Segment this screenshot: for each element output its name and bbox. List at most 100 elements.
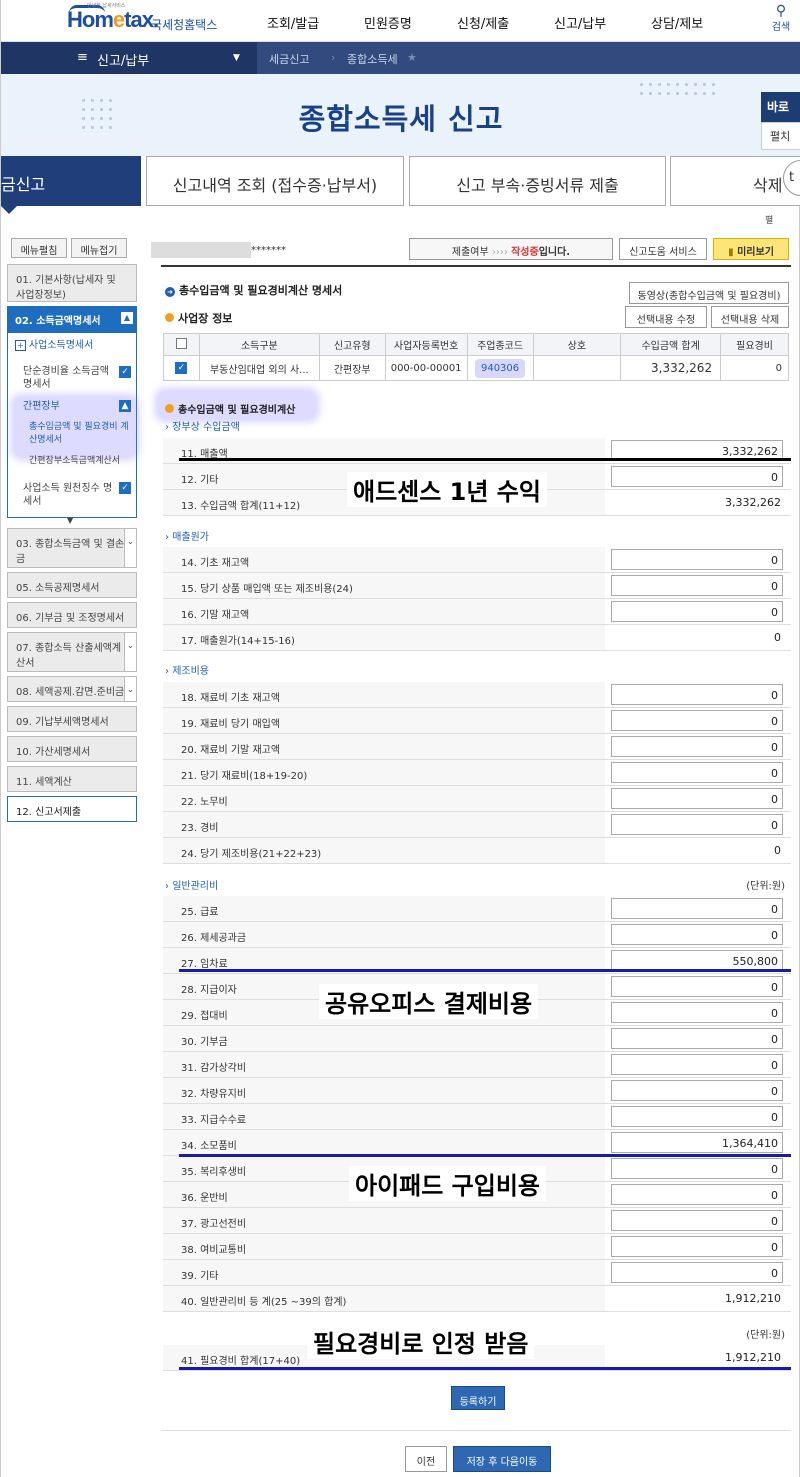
table-row[interactable]: ✓ 부동산임대업 외의 사... 간편장부 000-00-00001 94030… — [163, 355, 789, 381]
menu-expand-button[interactable]: 메뉴펼침 — [11, 238, 67, 258]
save-next-button[interactable]: 저장 후 다음이동 — [453, 1446, 551, 1472]
amount-input[interactable]: 0 — [611, 1054, 783, 1075]
amount-input[interactable]: 0 — [611, 788, 783, 809]
register-button[interactable]: 등록하기 — [451, 1386, 505, 1410]
menu-consult[interactable]: 상담/제보 — [651, 13, 703, 32]
sidebar-withholding[interactable]: 사업소득 원천징수 명세서 — [23, 482, 115, 508]
form-row: 18. 재료비 기초 재고액 0 — [163, 682, 791, 708]
sidebar-income-expense[interactable]: 총수입금액 및 필요경비 계산명세서 — [29, 421, 133, 447]
amount-input[interactable]: 0 — [611, 814, 783, 835]
row-label: 24. 당기 제조비용(21+22+23) — [163, 838, 605, 863]
row-label: 32. 차량유지비 — [163, 1078, 605, 1103]
row-label: 33. 지급수수료 — [163, 1104, 605, 1129]
menu-certificate[interactable]: 민원증명 — [364, 13, 412, 32]
help-service-button[interactable]: 신고도움 서비스 — [619, 238, 707, 260]
amount-input[interactable]: 0 — [611, 1210, 783, 1231]
tab-filing[interactable]: 금신고 — [1, 156, 141, 214]
sidebar-item-11[interactable]: 11. 세액계산 — [7, 766, 137, 792]
menu-application[interactable]: 신청/제출 — [457, 13, 509, 32]
doc-icon: ▮ — [728, 247, 734, 258]
amount-input[interactable]: 0 — [611, 1184, 783, 1205]
row-checkbox[interactable]: ✓ — [163, 355, 200, 381]
amount-input[interactable]: 0 — [611, 976, 783, 997]
form-row: 32. 차량유지비 0 — [163, 1078, 791, 1104]
amount-input[interactable]: 0 — [611, 762, 783, 783]
sidebar-item-10[interactable]: 10. 가산세명세서 — [7, 736, 137, 762]
quick-menu-expand[interactable]: 펼치 — [761, 122, 800, 150]
row-label: 30. 기부금 — [163, 1026, 605, 1051]
submit-status: 제출여부 ›››› 작성중입니다. — [409, 238, 613, 260]
form-row: 39. 기타 0 — [163, 1260, 791, 1286]
sidebar-item-03[interactable]: 03. 종합소득금액 및 결손금 ⌄ — [7, 528, 137, 568]
header-cell: 주업종코드 — [466, 333, 534, 356]
sidebar-ledger-income[interactable]: 간편장부소득금액계산서 — [29, 455, 120, 468]
delete-selected-button[interactable]: 선택내용 삭제 — [711, 306, 789, 328]
preview-button[interactable]: ▮ 미리보기 — [713, 238, 789, 260]
menu-filing[interactable]: 신고/납부 — [554, 13, 606, 32]
amount-input[interactable]: 550,800 — [611, 950, 783, 971]
sidebar-simple-ledger[interactable]: 간편장부 — [23, 400, 60, 413]
form-row: 19. 재료비 당기 매입액 0 — [163, 708, 791, 734]
breadcrumb-item[interactable]: 종합소득세 — [347, 51, 398, 67]
sidebar-item-basic[interactable]: 01. 기본사항(납세자 및 사업장정보) — [7, 264, 137, 302]
sidebar-item-08[interactable]: 08. 세액공제.감면.준비금 ⌄ — [7, 676, 137, 702]
tab-attachments[interactable]: 신고 부속·증빙서류 제출 — [409, 156, 666, 206]
header-checkbox[interactable] — [163, 333, 200, 356]
form-row: 30. 기부금 0 — [163, 1026, 791, 1052]
annotation-underline — [179, 1154, 791, 1157]
amount-input[interactable]: 1,364,410 — [611, 1132, 783, 1153]
content-top-border — [161, 265, 791, 267]
form-row: 17. 매출원가(14+15-16) 0 — [163, 625, 791, 651]
amount-input[interactable]: 0 — [611, 549, 783, 570]
tab-delete[interactable]: 삭제 — [670, 156, 800, 206]
prev-button[interactable]: 이전 — [405, 1446, 447, 1472]
amount-input[interactable]: 0 — [611, 710, 783, 731]
masked-id: ******* — [251, 245, 286, 256]
sidebar-item-07[interactable]: 07. 종합소득 산출세액계산서 ⌄ — [7, 632, 137, 672]
amount-input[interactable]: 0 — [611, 898, 783, 919]
video-button[interactable]: 동영상(종합수입금액 및 필요경비) — [629, 282, 789, 304]
sidebar-item-09[interactable]: 09. 기납부세액명세서 — [7, 706, 137, 732]
amount-input[interactable]: 0 — [611, 575, 783, 596]
amount-input[interactable]: 0 — [611, 466, 783, 487]
sidebar-item-12[interactable]: 12. 신고서제출 — [7, 796, 137, 822]
star-icon[interactable]: ★ — [407, 51, 417, 64]
logo-subtitle: 국세청홈택스 — [151, 18, 218, 32]
tab-history[interactable]: 신고내역 조회 (접수증·납부서) — [146, 156, 404, 206]
sidebar-simple-rate[interactable]: 단순경비율 소득금액명세서 — [23, 365, 115, 391]
amount-input[interactable]: 0 — [611, 601, 783, 622]
amount-input[interactable]: 0 — [611, 1262, 783, 1283]
logo-wordmark: Hometax. — [67, 7, 159, 32]
table-cell: 3,332,262 — [620, 355, 722, 381]
plus-icon: + — [15, 340, 26, 351]
sidebar-item-income[interactable]: 02. 소득금액명세서 ▲ — [7, 306, 137, 332]
form-row: 38. 여비교통비 0 — [163, 1234, 791, 1260]
amount-input[interactable]: 0 — [611, 1158, 783, 1179]
amount-input[interactable]: 0 — [611, 1028, 783, 1049]
amount-input[interactable]: 0 — [611, 684, 783, 705]
amount-input[interactable]: 0 — [611, 924, 783, 945]
sidebar-add-business[interactable]: + 사업소득명세서 — [15, 339, 93, 352]
search-button[interactable]: ⚲ 검색 — [769, 4, 793, 33]
sidebar-item-05[interactable]: 05. 소득공제명세서 — [7, 572, 137, 598]
unit-label: (단위:원) — [746, 881, 785, 892]
amount-input[interactable]: 0 — [611, 1106, 783, 1127]
menu-collapse-button[interactable]: 메뉴접기 — [71, 238, 127, 258]
amount-input[interactable]: 0 — [611, 1236, 783, 1257]
row-label: 25. 급료 — [163, 896, 605, 921]
table-cell — [532, 355, 622, 381]
amount-input[interactable]: 0 — [611, 1002, 783, 1023]
form-row: 31. 감가상각비 0 — [163, 1052, 791, 1078]
amount-value: 3,332,262 — [725, 496, 781, 509]
quick-menu-button[interactable]: 바로 — [761, 92, 800, 122]
breadcrumb-item[interactable]: 세금신고 — [269, 51, 309, 67]
menu-inquiry[interactable]: 조회/발급 — [267, 13, 319, 32]
row-label: 39. 기타 — [163, 1260, 605, 1285]
amount-input[interactable]: 0 — [611, 736, 783, 757]
amount-input[interactable]: 0 — [611, 1080, 783, 1101]
table-cell: 부동산임대업 외의 사... — [198, 355, 320, 381]
biz-info-title: 사업장 정보 — [165, 310, 232, 326]
sidebar-item-06[interactable]: 06. 기부금 및 조정명세서 — [7, 602, 137, 628]
edit-selected-button[interactable]: 선택내용 수정 — [625, 306, 707, 328]
row-label: 26. 제세공과금 — [163, 922, 605, 947]
